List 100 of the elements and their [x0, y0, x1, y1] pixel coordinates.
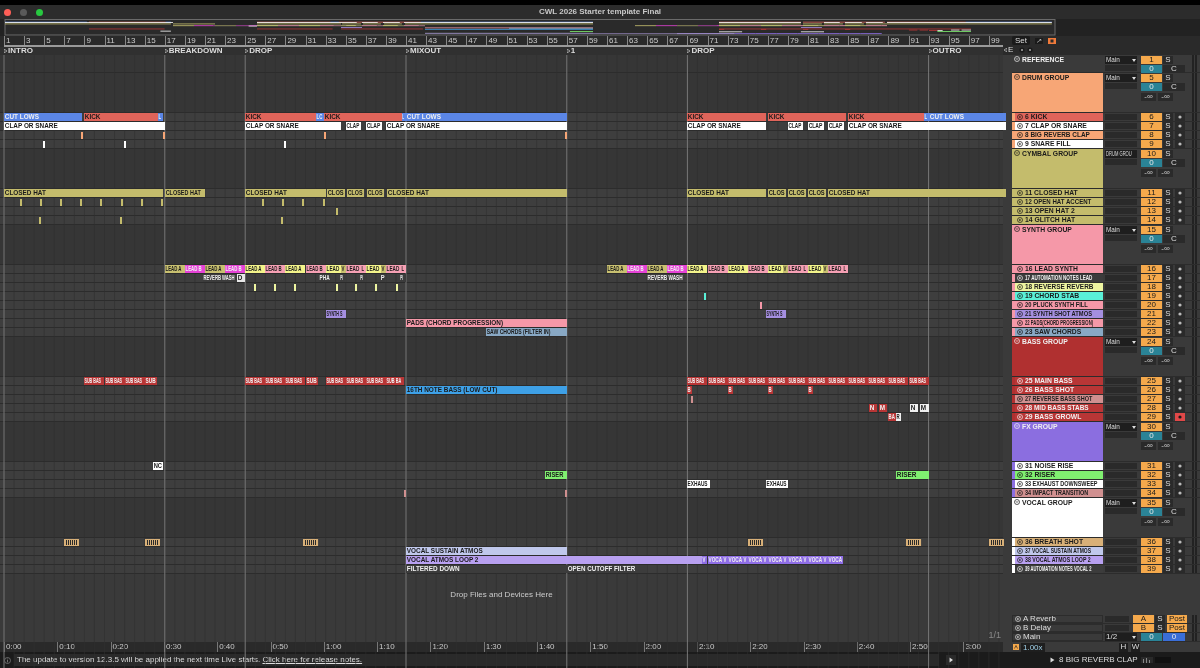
track-number-button[interactable]: 33: [1141, 480, 1162, 488]
clip[interactable]: CLOS: [326, 189, 345, 197]
locator[interactable]: OUTRO: [928, 47, 962, 55]
clip[interactable]: PHA: [318, 274, 331, 282]
clip[interactable]: LEAD A: [164, 265, 185, 273]
play-circle-icon[interactable]: [1017, 320, 1023, 326]
solo-button[interactable]: S: [1163, 423, 1173, 431]
clip-marker[interactable]: [335, 284, 338, 291]
play-circle-icon[interactable]: [1017, 481, 1023, 487]
track-number-button[interactable]: 11: [1141, 189, 1162, 197]
routing-field[interactable]: [1105, 159, 1137, 165]
toggle-button[interactable]: W: [1131, 642, 1140, 652]
track-number-button[interactable]: 22: [1141, 319, 1162, 327]
play-circle-icon[interactable]: [1017, 293, 1023, 299]
play-circle-icon[interactable]: [1017, 557, 1023, 563]
play-icon[interactable]: [946, 655, 956, 665]
close-button[interactable]: [4, 8, 11, 16]
clip[interactable]: SUB BAS: [828, 377, 849, 385]
clip[interactable]: SUB BAS: [104, 377, 125, 385]
track-number-button[interactable]: 31: [1141, 462, 1162, 470]
clip[interactable]: PI: [339, 274, 346, 282]
clip[interactable]: CLOSED HAT: [687, 189, 766, 197]
post-button[interactable]: Post: [1167, 615, 1187, 623]
clip[interactable]: R: [896, 413, 902, 421]
clip[interactable]: PI: [359, 274, 366, 282]
clip[interactable]: SUB BAS: [888, 377, 909, 385]
routing-dropdown[interactable]: Main: [1105, 56, 1137, 64]
clip[interactable]: V: [823, 265, 829, 273]
pan-field[interactable]: C: [1163, 347, 1185, 355]
clip-marker[interactable]: [262, 199, 265, 206]
solo-button[interactable]: S: [1163, 226, 1173, 234]
clip-marker[interactable]: [162, 132, 165, 139]
clip[interactable]: LEAD A: [245, 265, 266, 273]
track-header[interactable]: 8 BIG REVERB CLAP: [1015, 131, 1103, 139]
arm-button[interactable]: [1175, 113, 1185, 121]
clip-marker[interactable]: [100, 199, 103, 206]
volume-field[interactable]: 0: [1141, 159, 1162, 167]
volume-field[interactable]: 0: [1141, 508, 1162, 516]
solo-button[interactable]: S: [1163, 319, 1173, 327]
solo-button[interactable]: S: [1163, 56, 1173, 64]
solo-button[interactable]: S: [1163, 283, 1173, 291]
clip-marker[interactable]: [374, 284, 377, 291]
clip[interactable]: V: [702, 556, 708, 564]
routing-dropdown[interactable]: Main: [1105, 74, 1137, 82]
info-icon[interactable]: [4, 656, 11, 664]
routing-field[interactable]: [1105, 347, 1137, 353]
solo-button[interactable]: S: [1163, 471, 1173, 479]
play-circle-icon[interactable]: [1017, 114, 1023, 120]
track-number-button[interactable]: 5: [1141, 74, 1162, 82]
track-header[interactable]: 21 SYNTH SHOT ATMOS: [1015, 310, 1103, 318]
post-button[interactable]: Post: [1167, 624, 1187, 632]
clip[interactable]: SUB BAS: [265, 377, 286, 385]
play-circle-icon[interactable]: [1017, 284, 1023, 290]
arm-button[interactable]: [1175, 377, 1185, 385]
track-number-button[interactable]: 14: [1141, 216, 1162, 224]
routing-field[interactable]: [1105, 65, 1137, 71]
track-header[interactable]: 28 MID BASS STABS: [1015, 404, 1103, 412]
clip[interactable]: SUB BAS: [84, 377, 105, 385]
track-header[interactable]: 31 NOISE RISE: [1015, 462, 1103, 470]
arm-button[interactable]: [1175, 413, 1185, 421]
clip[interactable]: CLOS: [767, 189, 786, 197]
clip[interactable]: KICK: [245, 113, 316, 121]
solo-button[interactable]: S: [1163, 207, 1173, 215]
track-header[interactable]: 6 KICK: [1015, 113, 1103, 121]
track-header[interactable]: 32 RISER: [1015, 471, 1103, 479]
clip[interactable]: LEAD A: [727, 265, 748, 273]
clip[interactable]: SUB BAS: [707, 377, 728, 385]
clip-marker[interactable]: [564, 490, 567, 497]
group-header[interactable]: CYMBAL GROUP: [1012, 149, 1103, 188]
clip[interactable]: LEAD B: [747, 265, 768, 273]
track-header[interactable]: 23 SAW CHORDS: [1015, 328, 1103, 336]
track-number-button[interactable]: 30: [1141, 423, 1162, 431]
pan-field[interactable]: C: [1163, 235, 1185, 243]
clip-marker[interactable]: [691, 396, 694, 403]
track-header[interactable]: 19 CHORD STAB: [1015, 292, 1103, 300]
track-number-button[interactable]: 21: [1141, 310, 1162, 318]
track-header[interactable]: 26 BASS SHOT: [1015, 386, 1103, 394]
toggle-button[interactable]: H: [1119, 642, 1128, 652]
clip[interactable]: LEAD A: [647, 265, 668, 273]
clip[interactable]: SUB BAS: [868, 377, 889, 385]
clip[interactable]: LEAD B: [265, 265, 286, 273]
play-circle-icon[interactable]: [1017, 190, 1023, 196]
clip[interactable]: PI: [399, 274, 406, 282]
clip[interactable]: VOCAL ATMOS LOOP 2: [406, 556, 703, 564]
solo-button[interactable]: S: [1163, 565, 1173, 573]
play-circle-icon[interactable]: [1017, 539, 1023, 545]
routing-dropdown[interactable]: Main: [1105, 499, 1137, 507]
track-number-button[interactable]: 25: [1141, 377, 1162, 385]
clip-marker[interactable]: [274, 284, 277, 291]
track-header[interactable]: 20 PLUCK SYNTH FILL: [1015, 301, 1103, 309]
track-number-button[interactable]: 27: [1141, 395, 1162, 403]
volume-field[interactable]: 0: [1141, 633, 1162, 641]
solo-button[interactable]: S: [1163, 292, 1173, 300]
clip[interactable]: V: [762, 556, 768, 564]
clip[interactable]: LEAD: [365, 265, 381, 273]
clip[interactable]: N: [909, 404, 918, 412]
volume-field[interactable]: 0: [1141, 235, 1162, 243]
clip-marker[interactable]: [282, 199, 285, 206]
locator[interactable]: 1: [566, 47, 576, 55]
solo-button[interactable]: S: [1163, 150, 1173, 158]
